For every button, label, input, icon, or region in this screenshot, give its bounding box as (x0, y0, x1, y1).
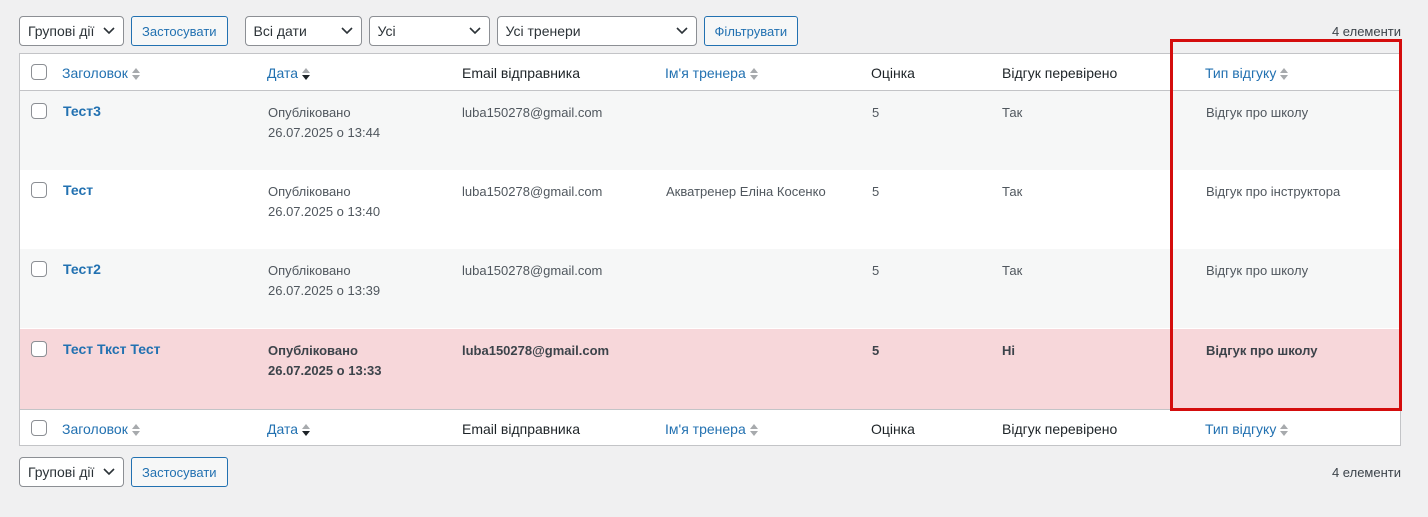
column-type-label: Тип відгуку (1205, 65, 1277, 81)
date-filter-select[interactable]: Всі дати (244, 16, 362, 46)
apply-button[interactable]: Застосувати (131, 457, 228, 487)
row-title-link[interactable]: Тест2 (63, 259, 101, 279)
sort-arrows-icon (131, 68, 140, 81)
row-rating: 5 (872, 343, 880, 358)
table-row: Тест2 Опубліковано 26.07.2025 о 13:39 lub… (20, 249, 1400, 328)
table-row: Тест3 Опубліковано 26.07.2025 о 13:44 lub… (20, 91, 1400, 170)
chevron-down-icon (340, 27, 353, 35)
column-verified: Відгук перевірено (1002, 421, 1118, 437)
select-all-checkbox[interactable] (31, 64, 47, 80)
bulk-actions-select[interactable]: Групові дії (19, 457, 124, 487)
bulk-actions-select[interactable]: Групові дії (19, 16, 124, 46)
chevron-down-icon (468, 27, 481, 35)
status-filter-label: Усі (377, 23, 396, 39)
column-title[interactable]: Заголовок (62, 421, 141, 438)
items-count: 4 елементи (1331, 23, 1401, 39)
column-title-label: Заголовок (62, 65, 128, 81)
row-checkbox[interactable] (31, 103, 47, 119)
column-rating: Оцінка (871, 65, 915, 81)
column-email: Email відправника (462, 421, 580, 437)
row-title-link[interactable]: Тест Ткст Тест (63, 339, 160, 359)
row-datetime: 26.07.2025 о 13:39 (268, 283, 381, 298)
column-trainer[interactable]: Ім'я тренера (665, 421, 759, 438)
date-filter-label: Всі дати (253, 23, 307, 39)
row-checkbox[interactable] (31, 341, 47, 357)
row-email: luba150278@gmail.com (462, 184, 603, 199)
column-title[interactable]: Заголовок (62, 65, 141, 82)
row-type: Відгук про інструктора (1206, 184, 1341, 199)
row-email: luba150278@gmail.com (462, 343, 610, 358)
column-title-label: Заголовок (62, 421, 128, 437)
column-email: Email відправника (462, 65, 580, 81)
row-datetime: 26.07.2025 о 13:44 (268, 125, 381, 140)
row-status: Опубліковано (268, 343, 358, 358)
column-trainer-label: Ім'я тренера (665, 421, 746, 437)
sort-arrows-icon (1280, 424, 1289, 437)
column-type-label: Тип відгуку (1205, 421, 1277, 437)
reviews-table: Заголовок Дата Email відправника Ім'я тр… (19, 53, 1401, 446)
row-checkbox[interactable] (31, 182, 47, 198)
chevron-down-icon (675, 27, 688, 35)
bottom-tablenav: Групові дії Застосувати 4 елементи (19, 456, 1401, 488)
row-email: luba150278@gmail.com (462, 105, 603, 120)
items-count: 4 елементи (1331, 464, 1401, 480)
trainer-filter-select[interactable]: Усі тренери (496, 16, 697, 46)
column-type[interactable]: Тип відгуку (1205, 421, 1289, 438)
apply-button[interactable]: Застосувати (131, 16, 228, 46)
row-trainer: Акватренер Еліна Косенко (666, 184, 826, 199)
row-checkbox[interactable] (31, 261, 47, 277)
row-rating: 5 (872, 263, 880, 278)
chevron-down-icon (103, 27, 115, 35)
row-status: Опубліковано (268, 105, 351, 120)
column-rating: Оцінка (871, 421, 915, 437)
filter-button[interactable]: Фільтрувати (703, 16, 799, 46)
table-header: Заголовок Дата Email відправника Ім'я тр… (20, 54, 1400, 91)
trainer-filter-label: Усі тренери (505, 23, 581, 39)
table-row: Тест Опубліковано 26.07.2025 о 13:40 luba… (20, 170, 1400, 249)
row-rating: 5 (872, 184, 880, 199)
sort-desc-icon (302, 424, 311, 437)
row-verified: Так (1002, 105, 1023, 120)
table-row-unverified: Тест Ткст Тест Опубліковано 26.07.2025 о … (20, 329, 1400, 409)
row-type: Відгук про школу (1206, 105, 1309, 120)
column-type[interactable]: Тип відгуку (1205, 65, 1289, 82)
row-date: Опубліковано 26.07.2025 о 13:33 (268, 341, 381, 381)
select-all-checkbox[interactable] (31, 420, 47, 436)
row-date: Опубліковано 26.07.2025 о 13:44 (268, 103, 380, 143)
column-trainer[interactable]: Ім'я тренера (665, 65, 759, 82)
row-status: Опубліковано (268, 263, 351, 278)
sort-arrows-icon (749, 424, 758, 437)
column-date[interactable]: Дата (267, 65, 311, 82)
column-verified: Відгук перевірено (1002, 65, 1118, 81)
column-trainer-label: Ім'я тренера (665, 65, 746, 81)
column-date[interactable]: Дата (267, 421, 311, 438)
row-title-link[interactable]: Тест (63, 180, 93, 200)
row-type: Відгук про школу (1206, 343, 1318, 358)
bulk-actions-label: Групові дії (28, 464, 95, 480)
row-email: luba150278@gmail.com (462, 263, 603, 278)
row-datetime: 26.07.2025 о 13:33 (268, 363, 382, 378)
status-filter-select[interactable]: Усі (368, 16, 490, 46)
row-status: Опубліковано (268, 184, 351, 199)
sort-desc-icon (302, 68, 311, 81)
sort-arrows-icon (749, 68, 758, 81)
bulk-actions-label: Групові дії (28, 23, 95, 39)
column-date-label: Дата (267, 421, 299, 437)
row-title-link[interactable]: Тест3 (63, 101, 101, 121)
row-date: Опубліковано 26.07.2025 о 13:40 (268, 182, 380, 222)
sort-arrows-icon (131, 424, 140, 437)
row-type: Відгук про школу (1206, 263, 1309, 278)
row-datetime: 26.07.2025 о 13:40 (268, 204, 381, 219)
row-verified: Ні (1002, 343, 1015, 358)
row-verified: Так (1002, 184, 1023, 199)
sort-arrows-icon (1280, 68, 1289, 81)
column-date-label: Дата (267, 65, 299, 81)
row-rating: 5 (872, 105, 880, 120)
chevron-down-icon (103, 468, 115, 476)
table-footer: Заголовок Дата Email відправника Ім'я тр… (20, 409, 1400, 446)
top-tablenav: Групові дії Застосувати Всі дати Усі Усі… (19, 15, 1401, 47)
row-verified: Так (1002, 263, 1023, 278)
row-date: Опубліковано 26.07.2025 о 13:39 (268, 261, 380, 301)
